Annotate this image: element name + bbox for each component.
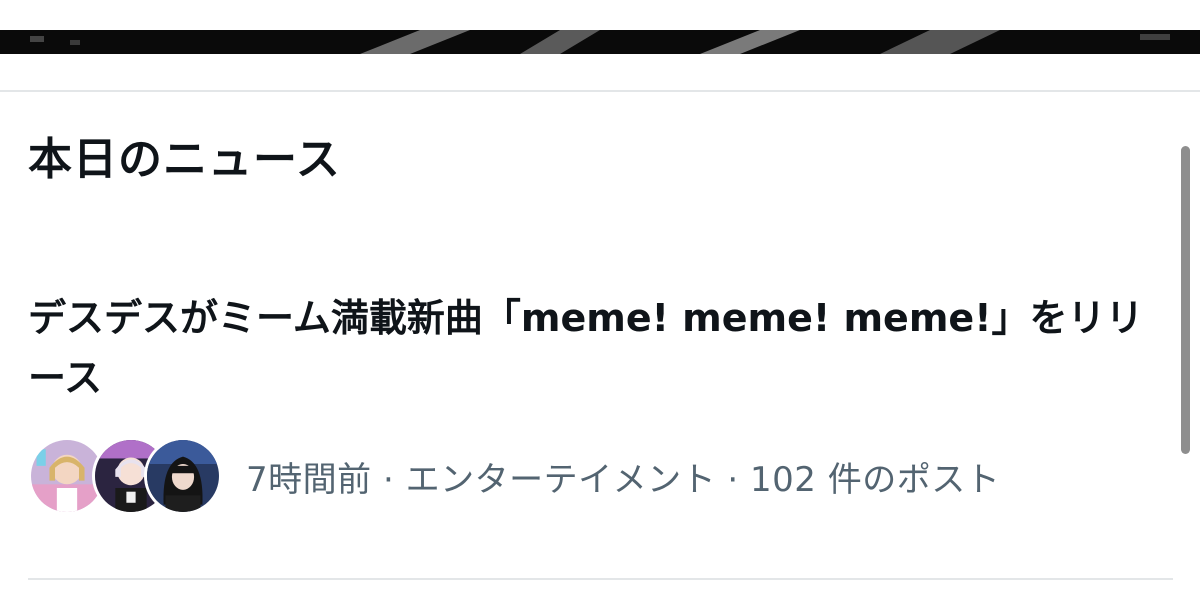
- news-meta-text: 7時間前 · エンターテイメント · 102 件のポスト: [246, 452, 1000, 501]
- news-item[interactable]: デスデスがミーム満載新曲「meme! meme! meme!」をリリース 7時間…: [28, 288, 1178, 538]
- avatar-group: [28, 434, 222, 518]
- news-headline[interactable]: デスデスがミーム満載新曲「meme! meme! meme!」をリリース: [28, 288, 1168, 408]
- news-time: 7時間前: [246, 459, 372, 500]
- bottom-divider: [28, 578, 1173, 580]
- news-meta-row: 7時間前 · エンターテイメント · 102 件のポスト: [28, 434, 1000, 518]
- news-page: 本日のニュース デスデスがミーム満載新曲「meme! meme! meme!」を…: [0, 0, 1200, 610]
- header-banner-image[interactable]: [0, 0, 1200, 54]
- top-divider: [0, 90, 1200, 92]
- meta-separator: ·: [716, 459, 751, 500]
- news-post-count: 102 件のポスト: [750, 459, 1001, 500]
- avatar: [144, 437, 222, 515]
- news-category: エンターテイメント: [405, 459, 717, 500]
- section-title: 本日のニュース: [28, 134, 341, 185]
- scrollbar-thumb[interactable]: [1181, 146, 1190, 454]
- meta-separator: ·: [371, 459, 406, 500]
